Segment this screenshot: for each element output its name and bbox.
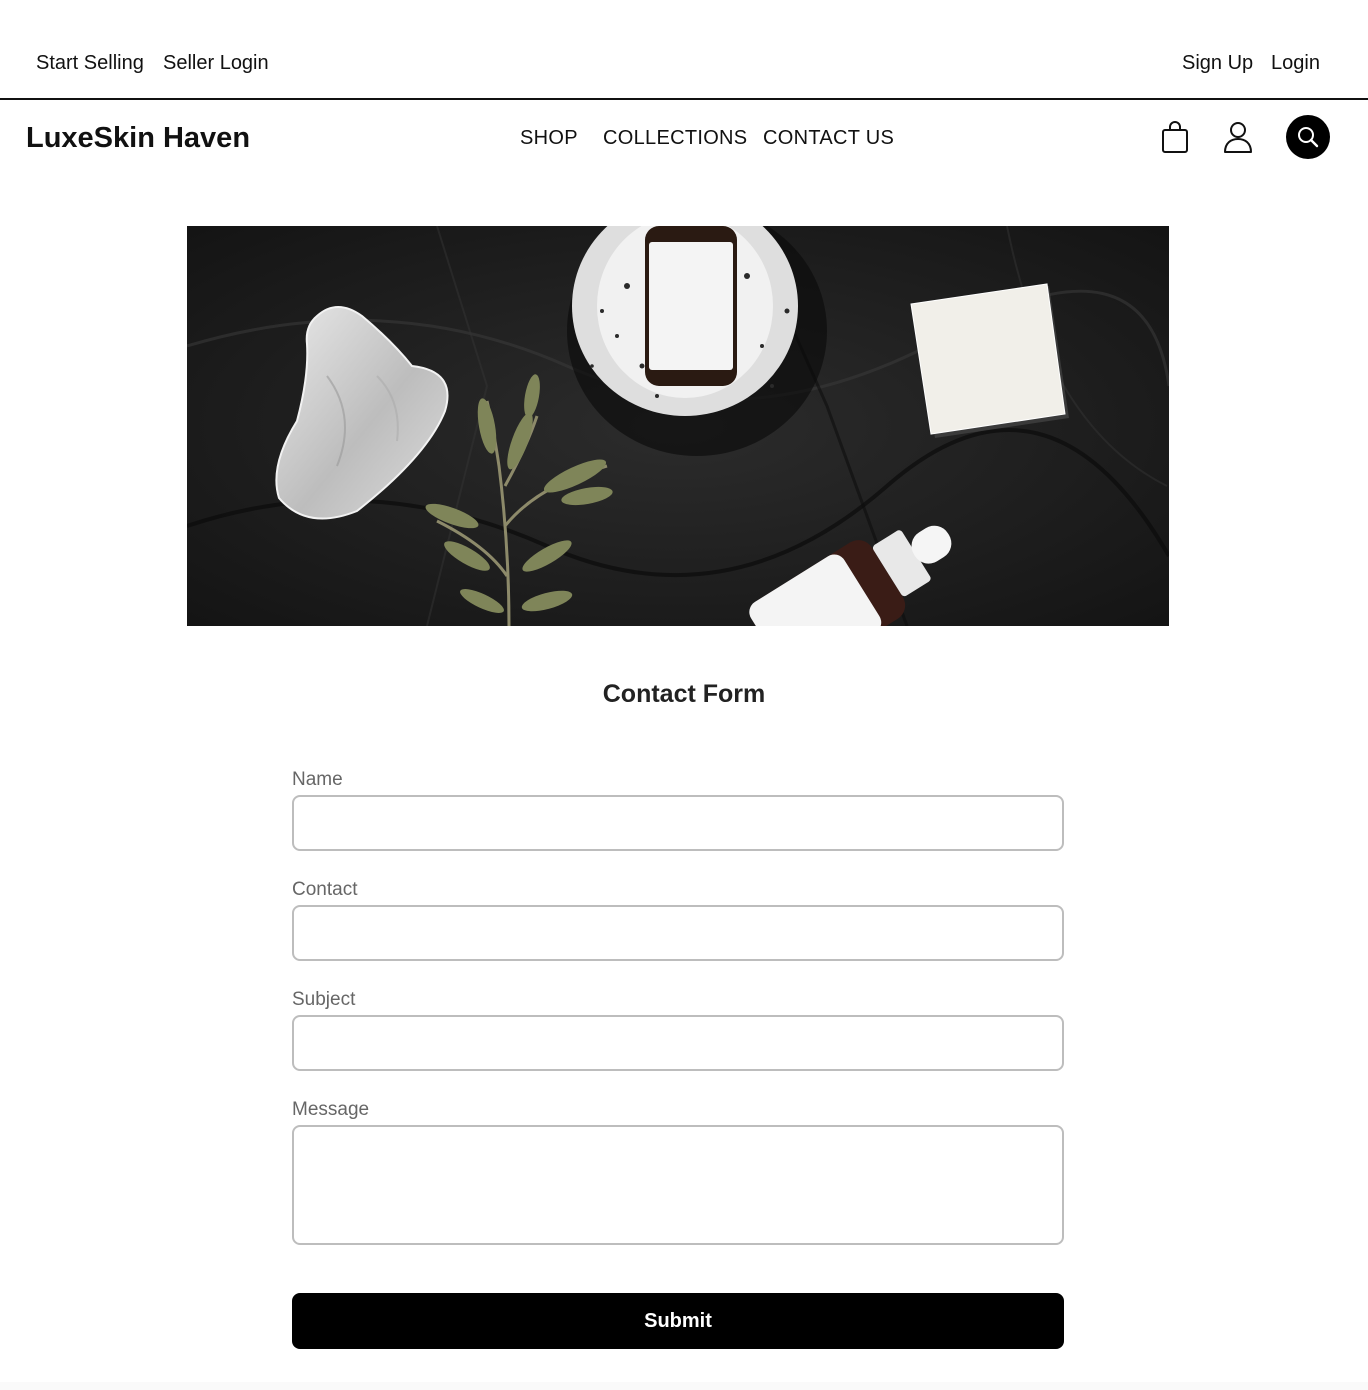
brand-logo[interactable]: LuxeSkin Haven: [26, 120, 250, 156]
message-label: Message: [292, 1099, 370, 1120]
message-textarea[interactable]: [292, 1125, 1064, 1245]
submit-button[interactable]: Submit: [292, 1293, 1064, 1349]
cart-button[interactable]: [1158, 118, 1192, 156]
top-utility-bar: Start Selling Seller Login Sign Up Login: [0, 0, 1368, 100]
contact-form-title: Contact Form: [602, 680, 766, 708]
nav-contact-us[interactable]: CONTACT US: [763, 125, 894, 151]
start-selling-link[interactable]: Start Selling: [36, 50, 144, 76]
search-button[interactable]: [1286, 115, 1330, 159]
main-header: LuxeSkin Haven SHOP COLLECTIONS CONTACT …: [0, 100, 1368, 180]
account-button[interactable]: [1220, 118, 1256, 156]
subject-label: Subject: [292, 989, 356, 1010]
shopping-bag-icon: [1162, 121, 1188, 153]
hero-image: [187, 226, 1169, 626]
user-icon: [1224, 122, 1252, 153]
name-label: Name: [292, 769, 343, 790]
login-link[interactable]: Login: [1271, 50, 1320, 76]
subject-input[interactable]: [292, 1015, 1064, 1071]
nav-shop[interactable]: SHOP: [520, 125, 578, 151]
name-input[interactable]: [292, 795, 1064, 851]
contact-label: Contact: [292, 879, 358, 900]
search-icon: [1298, 127, 1319, 148]
sign-up-link[interactable]: Sign Up: [1182, 50, 1253, 76]
page-bottom-edge: [0, 1382, 1368, 1390]
nav-collections[interactable]: COLLECTIONS: [603, 125, 747, 151]
contact-input[interactable]: [292, 905, 1064, 961]
seller-login-link[interactable]: Seller Login: [163, 50, 269, 76]
skincare-flatlay-image: [187, 226, 1169, 626]
